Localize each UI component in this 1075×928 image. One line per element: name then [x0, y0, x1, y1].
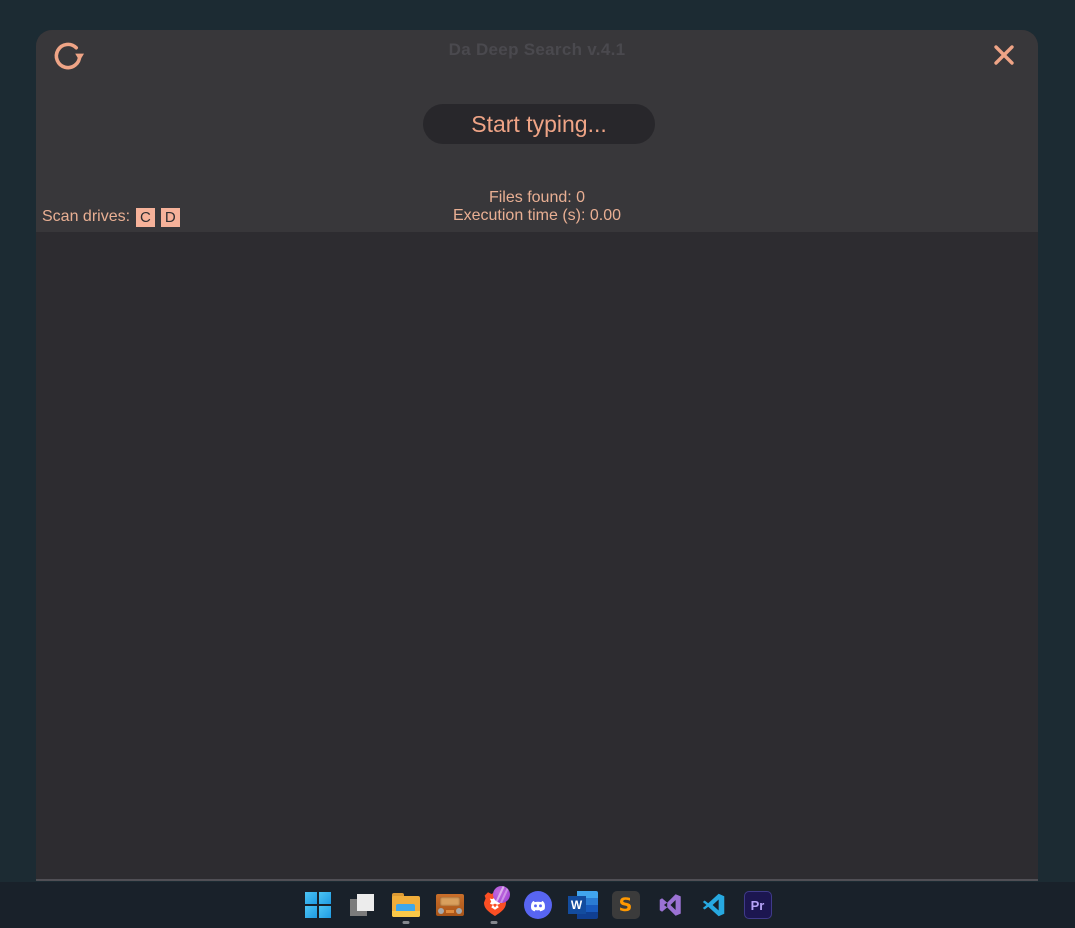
files-found-text: Files found: 0 — [36, 189, 1038, 207]
word-icon: W — [568, 891, 596, 919]
taskbar-discord-button[interactable] — [524, 883, 552, 927]
taskbar-media-player-button[interactable] — [436, 883, 464, 927]
scan-drives-row: Scan drives: CD — [42, 206, 180, 228]
drive-toggle-c[interactable]: C — [136, 208, 155, 227]
taskbar-file-explorer-button[interactable] — [392, 883, 420, 927]
discord-icon — [524, 891, 552, 919]
window-header: Da Deep Search v.4.1 Files found: 0 Exec… — [36, 30, 1038, 232]
taskbar-task-view-button[interactable] — [348, 883, 376, 927]
taskbar-word-button[interactable]: W — [568, 883, 596, 927]
taskbar-visual-studio-button[interactable] — [656, 883, 684, 927]
desktop: { "app": { "title": "Da Deep Search v.4.… — [0, 0, 1075, 928]
running-indicator — [402, 921, 409, 924]
running-indicator — [490, 921, 497, 924]
taskbar-brave-button[interactable] — [480, 883, 508, 927]
stats-block: Files found: 0 Execution time (s): 0.00 — [36, 189, 1038, 225]
retro-radio-icon — [436, 894, 464, 916]
close-button[interactable] — [988, 40, 1020, 72]
window-title: Da Deep Search v.4.1 — [36, 40, 1038, 60]
taskbar-vscode-button[interactable] — [700, 883, 728, 927]
word-letter: W — [568, 896, 586, 914]
search-results-area — [36, 232, 1038, 879]
drive-toggle-d[interactable]: D — [161, 208, 180, 227]
vscode-icon — [700, 891, 728, 919]
sublime-text-icon: S — [612, 891, 640, 919]
execution-time-text: Execution time (s): 0.00 — [36, 207, 1038, 225]
windows-logo-icon — [305, 892, 331, 918]
close-icon — [989, 40, 1019, 70]
taskbar-sublime-button[interactable]: S — [612, 883, 640, 927]
deep-search-window: Da Deep Search v.4.1 Files found: 0 Exec… — [36, 30, 1038, 881]
premiere-pro-icon: Pr — [744, 891, 772, 919]
search-input[interactable] — [423, 104, 655, 144]
visual-studio-icon — [656, 891, 684, 919]
profile-badge-icon — [493, 886, 510, 903]
taskbar: W S Pr — [0, 882, 1075, 928]
taskbar-premiere-button[interactable]: Pr — [744, 883, 772, 927]
task-view-icon — [349, 892, 375, 918]
file-explorer-icon — [392, 892, 420, 918]
brave-browser-icon — [480, 889, 508, 921]
scan-drive-buttons: CD — [130, 208, 180, 227]
taskbar-start-button[interactable] — [304, 883, 332, 927]
scan-drives-label: Scan drives: — [42, 208, 130, 226]
